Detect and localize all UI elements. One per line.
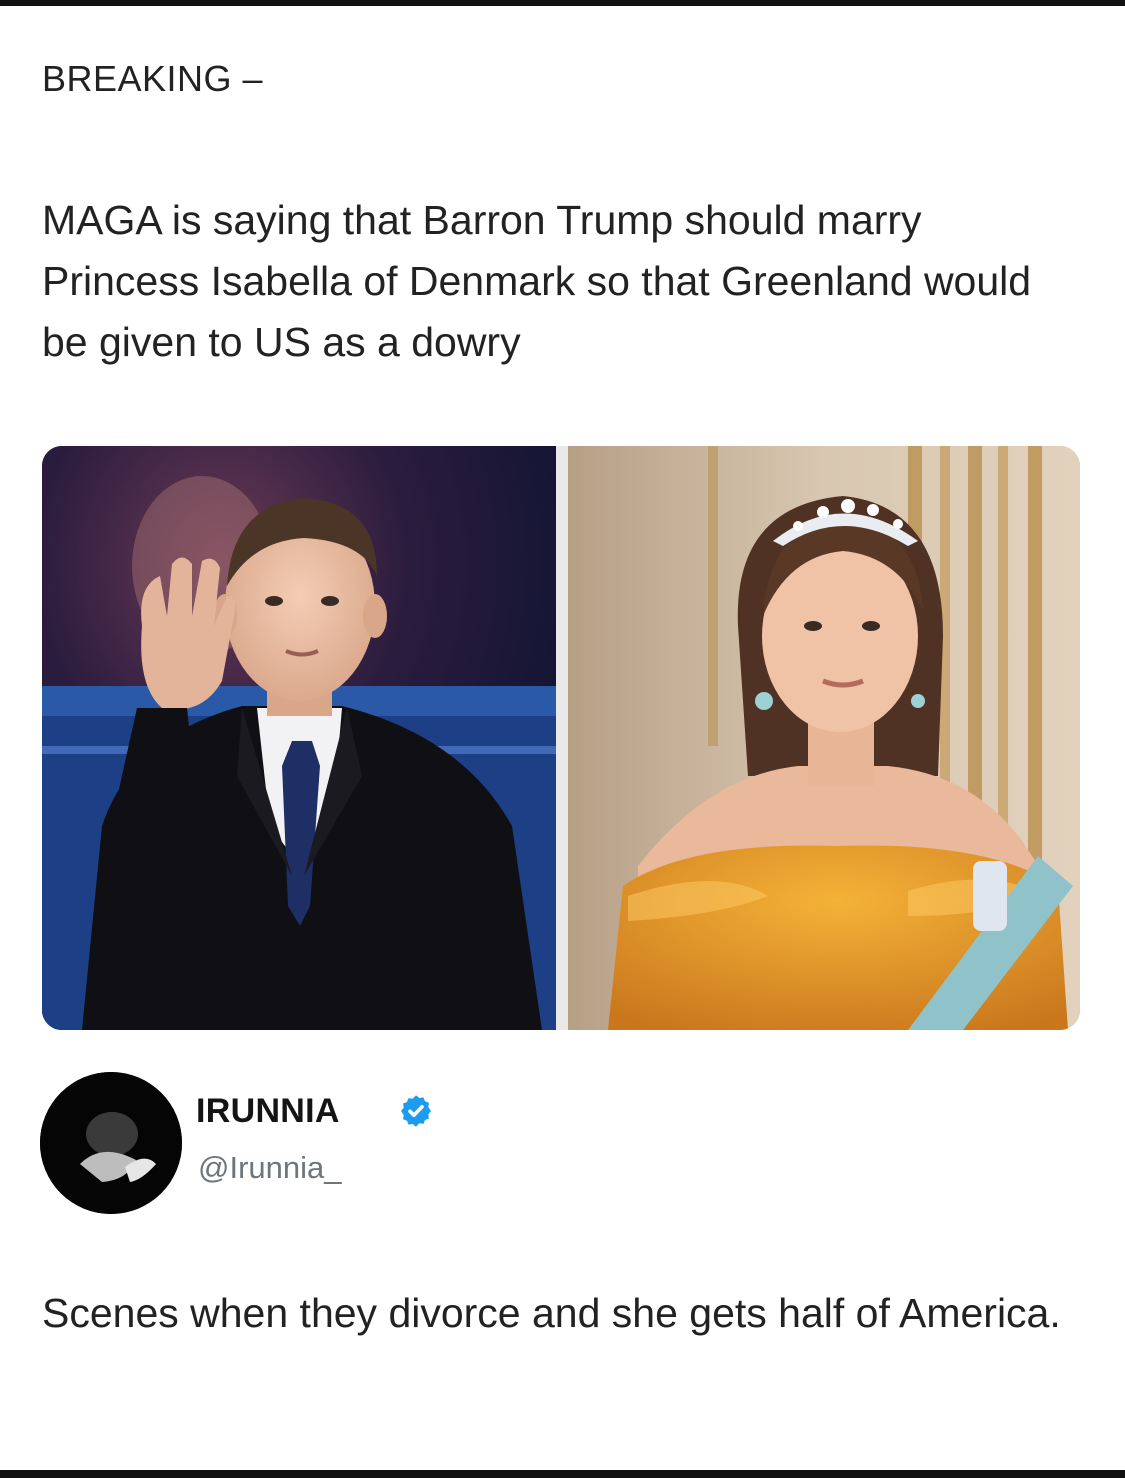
- post-headline: MAGA is saying that Barron Trump should …: [42, 197, 1032, 365]
- post-kicker: BREAKING –: [42, 58, 264, 99]
- right-photo[interactable]: [568, 446, 1080, 1030]
- image-grid[interactable]: [42, 446, 1080, 1030]
- avatar-image: [40, 1072, 182, 1214]
- bottom-border: [0, 1470, 1125, 1478]
- author-avatar[interactable]: [40, 1072, 182, 1214]
- author-name[interactable]: IRUNNIA: [196, 1092, 340, 1131]
- verified-badge-icon: [401, 1095, 431, 1127]
- reply-text: Scenes when they divorce and she gets ha…: [42, 1290, 1061, 1336]
- man-in-dark-suit-illustration: [42, 446, 556, 1030]
- left-photo[interactable]: [42, 446, 556, 1030]
- woman-in-orange-gown-illustration: [568, 446, 1080, 1030]
- top-border: [0, 0, 1125, 6]
- author-handle[interactable]: @Irunnia_: [198, 1150, 342, 1186]
